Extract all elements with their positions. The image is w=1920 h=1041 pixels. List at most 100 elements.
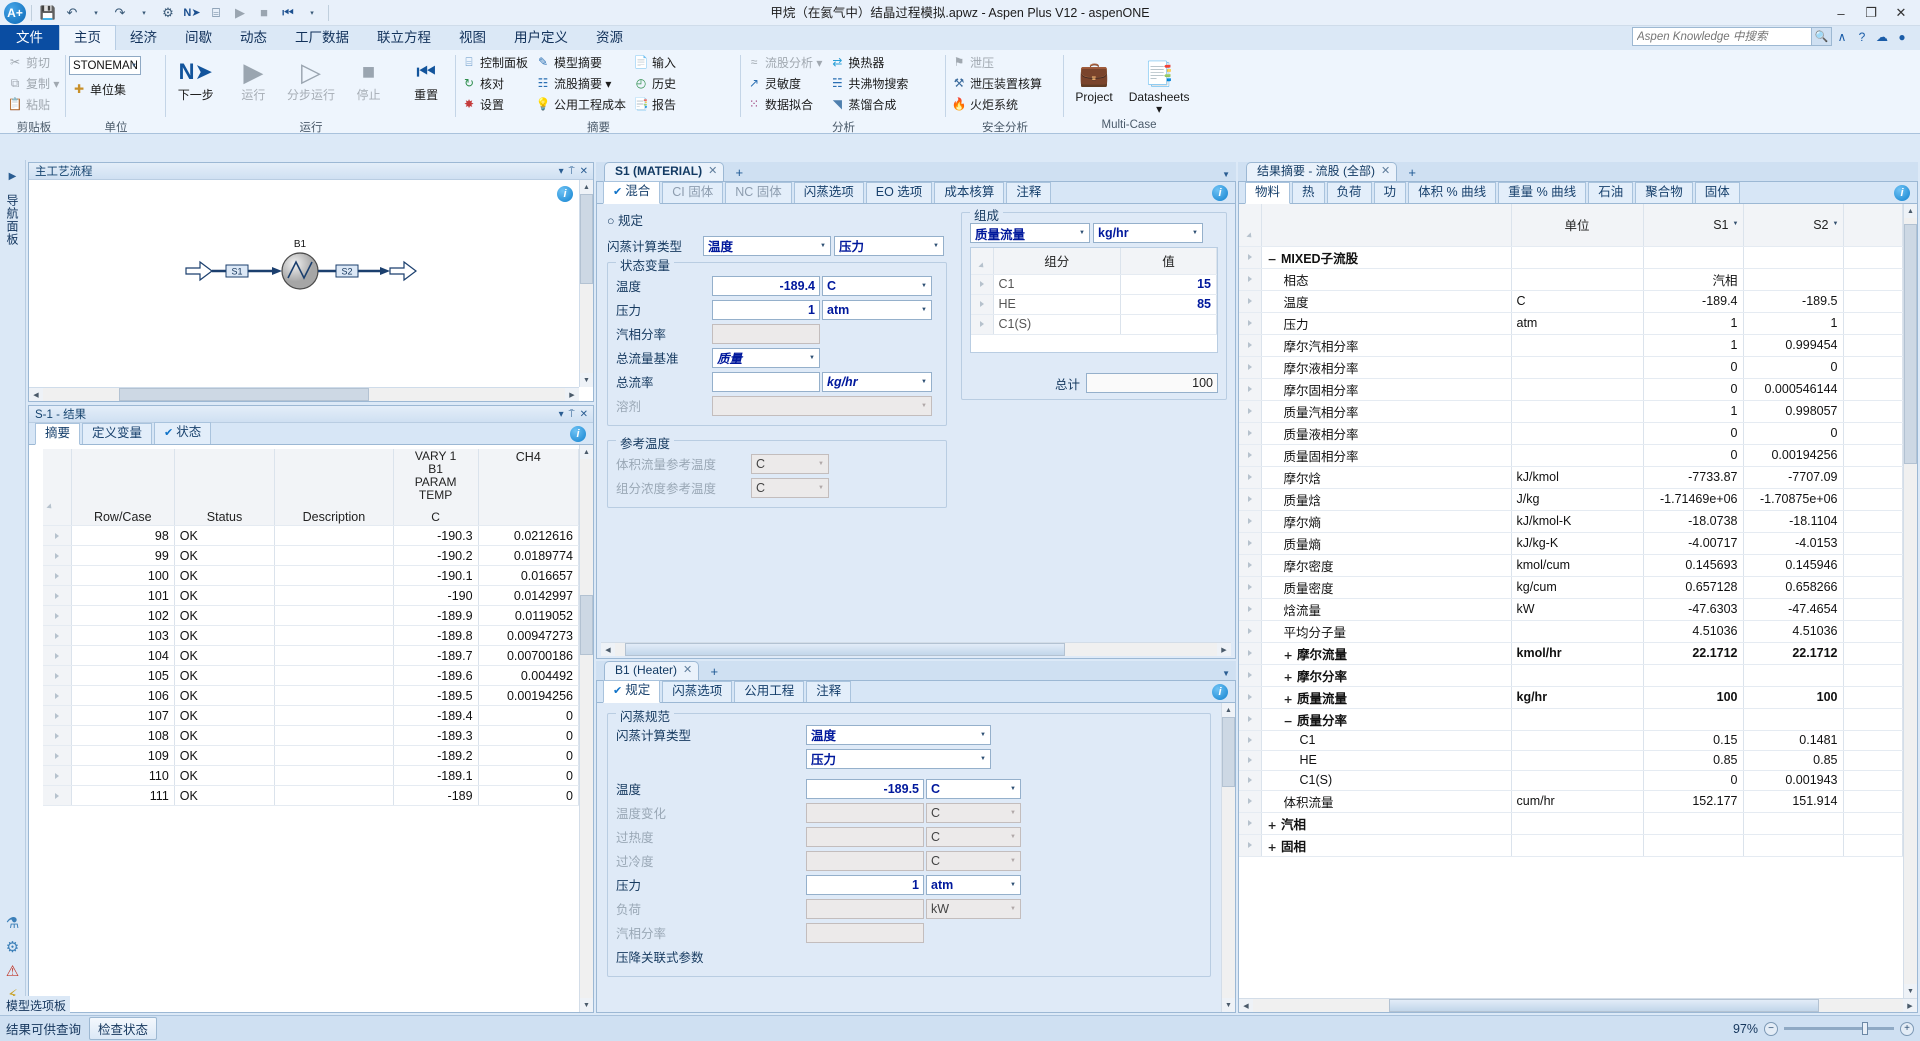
doc-tab-b1-heater[interactable]: B1 (Heater) ✕ [604,661,700,680]
sr-cell-property[interactable]: + 固相 [1261,834,1512,857]
table-row[interactable]: 108 OK -189.3 0 [43,725,579,746]
zoom-out-button[interactable]: − [1764,1021,1778,1036]
tab-petroleum[interactable]: 石油 [1588,182,1634,203]
list-item[interactable]: HE 85 [971,294,1217,315]
row-expander-icon[interactable]: + [1284,693,1294,706]
control-panel-icon[interactable]: ⌸ [205,3,227,23]
sr-cell-unit[interactable] [1511,246,1644,269]
sr-cell-s2[interactable]: 0.999454 [1743,334,1844,357]
vscroll-thumb[interactable] [580,194,593,284]
sr-cell-unit[interactable] [1511,770,1644,791]
sr-cell-s1[interactable]: -18.0738 [1643,510,1744,533]
next-input-icon[interactable]: ⚙ [157,3,179,23]
cell-description[interactable] [274,665,394,686]
list-item[interactable]: C1 15 [971,274,1217,295]
sr-cell-unit[interactable]: C [1511,290,1644,313]
sr-cell-extra[interactable] [1843,730,1903,751]
sr-cell-property[interactable]: 质量汽相分率 [1261,400,1512,423]
sr-cell-unit[interactable]: kJ/kmol [1511,466,1644,489]
s1-pressure-unit-select[interactable]: atm [822,299,932,320]
sr-cell-s2[interactable]: 0.145946 [1743,554,1844,577]
cut-button[interactable]: ✂ 剪切 [5,52,63,72]
b1-row-unit-select[interactable]: C [926,778,1021,799]
ribbon-tab-batch[interactable]: 间歇 [171,26,226,50]
sr-cell-s1[interactable]: 0 [1643,356,1744,379]
stream-summary-button[interactable]: ☷ 流股摘要 ▾ [533,73,630,93]
reconcile-button[interactable]: ↻ 核对 [459,73,532,93]
input-button[interactable]: 📄 输入 [631,52,680,72]
s1-temperature-input[interactable]: -189.4 [712,275,820,296]
cell-status[interactable]: OK [174,565,276,586]
doc-tab-b1-add-icon[interactable]: + [705,664,723,679]
cell-description[interactable] [274,705,394,726]
sr-cell-s1[interactable]: -1.71469e+06 [1643,488,1744,511]
sr-cell-property[interactable]: 平均分子量 [1261,620,1512,643]
flowsheet-vscrollbar[interactable]: ▲ ▼ [579,180,593,387]
row-expander-icon[interactable]: − [1284,715,1294,728]
sr-cell-property[interactable]: 摩尔熵 [1261,510,1512,533]
ribbon-tab-customize[interactable]: 用户定义 [500,26,582,50]
tab-wt-curve[interactable]: 重量 % 曲线 [1498,182,1587,203]
stream-results-info-icon[interactable]: i [1894,185,1910,201]
sr-cell-unit[interactable] [1511,268,1644,291]
aspen-logo-icon[interactable]: A+ [4,1,26,24]
sr-cell-unit[interactable] [1511,812,1644,835]
sr-hscroll-thumb[interactable] [1389,999,1819,1012]
flare-system-button[interactable]: 🔥 火炬系统 [949,94,1046,114]
row-selector[interactable] [43,585,72,606]
sr-cell-extra[interactable] [1843,834,1903,857]
sr-cell-extra[interactable] [1843,770,1903,791]
model-summary-button[interactable]: ✎ 模型摘要 [533,52,630,72]
s1-comp-unit-select[interactable]: kg/hr [1093,223,1203,243]
cell-rowcase[interactable]: 98 [71,525,175,546]
minimize-button[interactable]: – [1826,2,1856,24]
sr-cell-property[interactable]: − MIXED子流股 [1261,246,1512,269]
sr-col-units[interactable]: 单位 [1511,204,1644,247]
sr-cell-property[interactable]: 质量密度 [1261,576,1512,599]
control-panel-button[interactable]: ⌸ 控制面板 [459,52,532,72]
s1-hscrollbar[interactable]: ◀ ▶ [601,642,1231,656]
run-icon[interactable]: ▶ [229,3,251,23]
sr-cell-unit[interactable] [1511,730,1644,751]
cell-rowcase[interactable]: 100 [71,565,175,586]
cell-ch4[interactable]: 0 [478,705,579,726]
sr-row-selector[interactable] [1239,400,1262,423]
row-selector[interactable] [43,645,72,666]
sr-cell-property[interactable]: 压力 [1261,312,1512,335]
sr-cell-extra[interactable] [1843,510,1903,533]
sr-cell-s2[interactable] [1743,246,1844,269]
sr-cell-s1[interactable]: 0.85 [1643,750,1744,771]
sr-row-selector[interactable] [1239,664,1262,687]
help-icon[interactable]: ? [1852,27,1872,46]
b1-scroll-down-icon[interactable]: ▼ [1222,998,1235,1012]
doc-tab-s1-close-icon[interactable]: ✕ [708,164,717,179]
sr-vscrollbar[interactable]: ▲ ▼ [1903,204,1917,998]
s1-spec-expander[interactable]: ○ [607,214,615,228]
tab-material[interactable]: 物料 [1245,182,1291,204]
tab-b1-comments[interactable]: 注释 [806,681,852,702]
sr-cell-s1[interactable] [1643,834,1744,857]
table-row[interactable]: 摩尔固相分率 0 0.000546144 [1239,378,1903,401]
sr-cell-extra[interactable] [1843,554,1903,577]
table-row[interactable]: + 质量流量 kg/hr 100 100 [1239,686,1903,709]
sr-cell-s2[interactable]: -47.4654 [1743,598,1844,621]
sr-cell-property[interactable]: 摩尔密度 [1261,554,1512,577]
relief-device-button[interactable]: ⚒ 泄压装置核算 [949,73,1046,93]
sr-row-selector[interactable] [1239,790,1262,813]
comp-row-selector[interactable] [971,274,994,295]
cell-status[interactable]: OK [174,765,276,786]
heat-exchanger-button[interactable]: ⇄ 换热器 [827,52,912,72]
comp-cell-name[interactable]: C1(S) [993,314,1121,335]
tab-vol-curve[interactable]: 体积 % 曲线 [1408,182,1497,203]
row-expander-icon[interactable]: + [1284,671,1294,684]
cell-temp[interactable]: -189.3 [393,725,479,746]
scroll-up-arrow-icon[interactable]: ▲ [580,180,593,194]
sr-cell-s1[interactable] [1643,708,1744,731]
cell-description[interactable] [274,525,394,546]
sr-cell-property[interactable]: 焓流量 [1261,598,1512,621]
row-selector[interactable] [43,685,72,706]
flowsheet-pin-icon[interactable]: ⍑ [569,166,575,177]
sr-row-selector[interactable] [1239,554,1262,577]
sr-row-selector[interactable] [1239,444,1262,467]
sr-scroll-up-icon[interactable]: ▲ [1904,204,1917,218]
